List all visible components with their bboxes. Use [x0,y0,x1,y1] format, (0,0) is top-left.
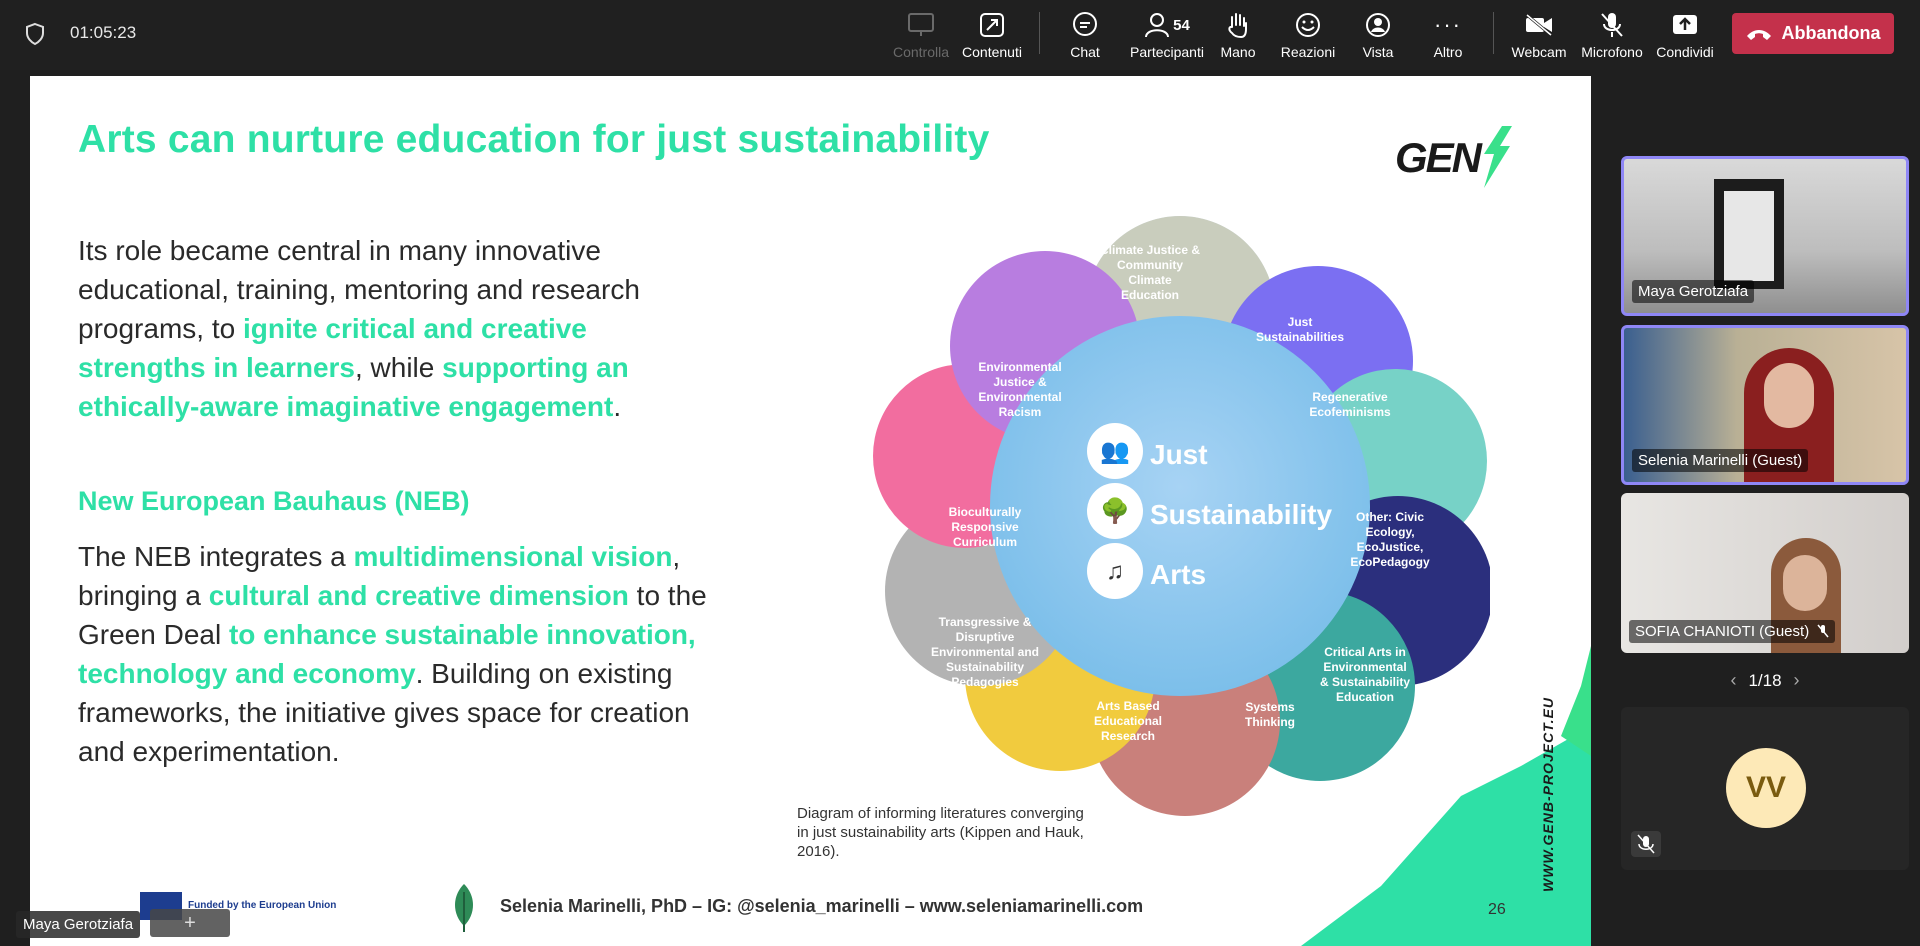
petal-label: Arts Based Educational Research [1094,699,1162,743]
share-icon [1650,8,1720,42]
shield-icon[interactable] [24,22,46,46]
participant-video [1783,555,1827,611]
chat-icon [1050,8,1120,42]
tree-icon: 🌳 [1100,496,1130,525]
neb-heading: New European Bauhaus (NEB) [78,486,470,516]
more-icon: ··· [1434,12,1462,37]
people-icon: 👥 [1100,438,1130,465]
slide-footer: Selenia Marinelli, PhD – IG: @selenia_ma… [500,896,1144,916]
leave-button[interactable]: Abbandona [1732,13,1894,54]
participant-video [1724,191,1774,281]
petal-label: Other: Civic Ecology, EcoJustice, EcoPedago… [1350,510,1430,569]
slide-paragraph-2: The NEB integrates a multidimensional vi… [78,541,707,767]
center-label-just: Just [1150,439,1208,470]
leaf-icon [455,884,473,932]
participant-name: Maya Gerotziafa [1632,280,1755,303]
website-vertical: WWW.GENB-PROJECT.EU [1540,696,1556,892]
center-label-arts: Arts [1150,559,1206,590]
toolbar-divider [1039,12,1040,54]
zoom-control[interactable]: + [150,909,230,937]
petal-label: Bioculturally Responsive Curriculum [949,505,1022,549]
slide-title: Arts can nurture education for just sust… [78,118,990,161]
share-content-icon [957,8,1027,42]
partecipanti-button[interactable]: 54 Partecipanti [1127,8,1207,60]
participant-name: Selenia Marinelli (Guest) [1632,449,1809,472]
stage-speaker-name: Maya Gerotziafa [16,911,141,938]
meeting-timer: 01:05:23 [70,23,137,42]
avatar: VV [1726,748,1806,828]
mano-button[interactable]: Mano [1203,8,1273,60]
participant-pager: ‹ 1/18 › [1730,670,1800,690]
chat-button[interactable]: Chat [1050,8,1120,60]
chevron-right-icon[interactable]: › [1794,670,1800,690]
mic-off-icon [1631,831,1661,857]
chevron-left-icon[interactable]: ‹ [1730,670,1736,690]
lightning-bolt-icon [1484,126,1513,188]
webcam-button[interactable]: Webcam [1504,8,1574,60]
people-icon [1145,13,1170,38]
condividi-button[interactable]: Condividi [1650,8,1720,60]
arts-icon: ♫ [1106,558,1124,585]
control-icon [886,8,956,42]
meeting-toolbar: 01:05:23 Controlla Contenuti Chat 54 Par… [0,0,1920,70]
participant-tile[interactable]: SOFIA CHANIOTI (Guest) [1621,493,1909,653]
shared-slide: Arts can nurture education for just sust… [30,76,1591,946]
slide-page-number: 26 [1488,901,1506,918]
raise-hand-icon [1203,8,1273,42]
participant-name: SOFIA CHANIOTI (Guest) [1629,620,1836,643]
participant-tile[interactable]: Selenia Marinelli (Guest) [1621,325,1909,485]
phone-hangup-icon [1746,29,1771,40]
participant-count: 54 [1173,16,1190,34]
center-label-sustainability: Sustainability [1150,499,1332,530]
toolbar-divider [1493,12,1494,54]
genb-logo: GEN [1395,124,1516,190]
controlla-button[interactable]: Controlla [886,8,956,60]
petal-label: Regenerative Ecofeminisms [1309,390,1391,419]
view-icon [1343,8,1413,42]
slide-paragraph-1: Its role became central in many innovati… [78,235,640,422]
smiley-icon [1273,8,1343,42]
mic-off-icon [1577,8,1647,42]
camera-off-icon [1504,8,1574,42]
altro-button[interactable]: ··· Altro [1413,8,1483,60]
vista-button[interactable]: Vista [1343,8,1413,60]
participant-tile[interactable]: Maya Gerotziafa [1621,156,1909,316]
participant-video [1764,363,1814,428]
diagram-caption: Diagram of informing literatures converg… [797,805,1084,860]
mic-off-icon [1817,624,1829,638]
microfono-button[interactable]: Microfono [1577,8,1647,60]
reazioni-button[interactable]: Reazioni [1273,8,1343,60]
contenuti-button[interactable]: Contenuti [957,8,1027,60]
participant-tile-guest[interactable]: VV [1621,707,1909,870]
